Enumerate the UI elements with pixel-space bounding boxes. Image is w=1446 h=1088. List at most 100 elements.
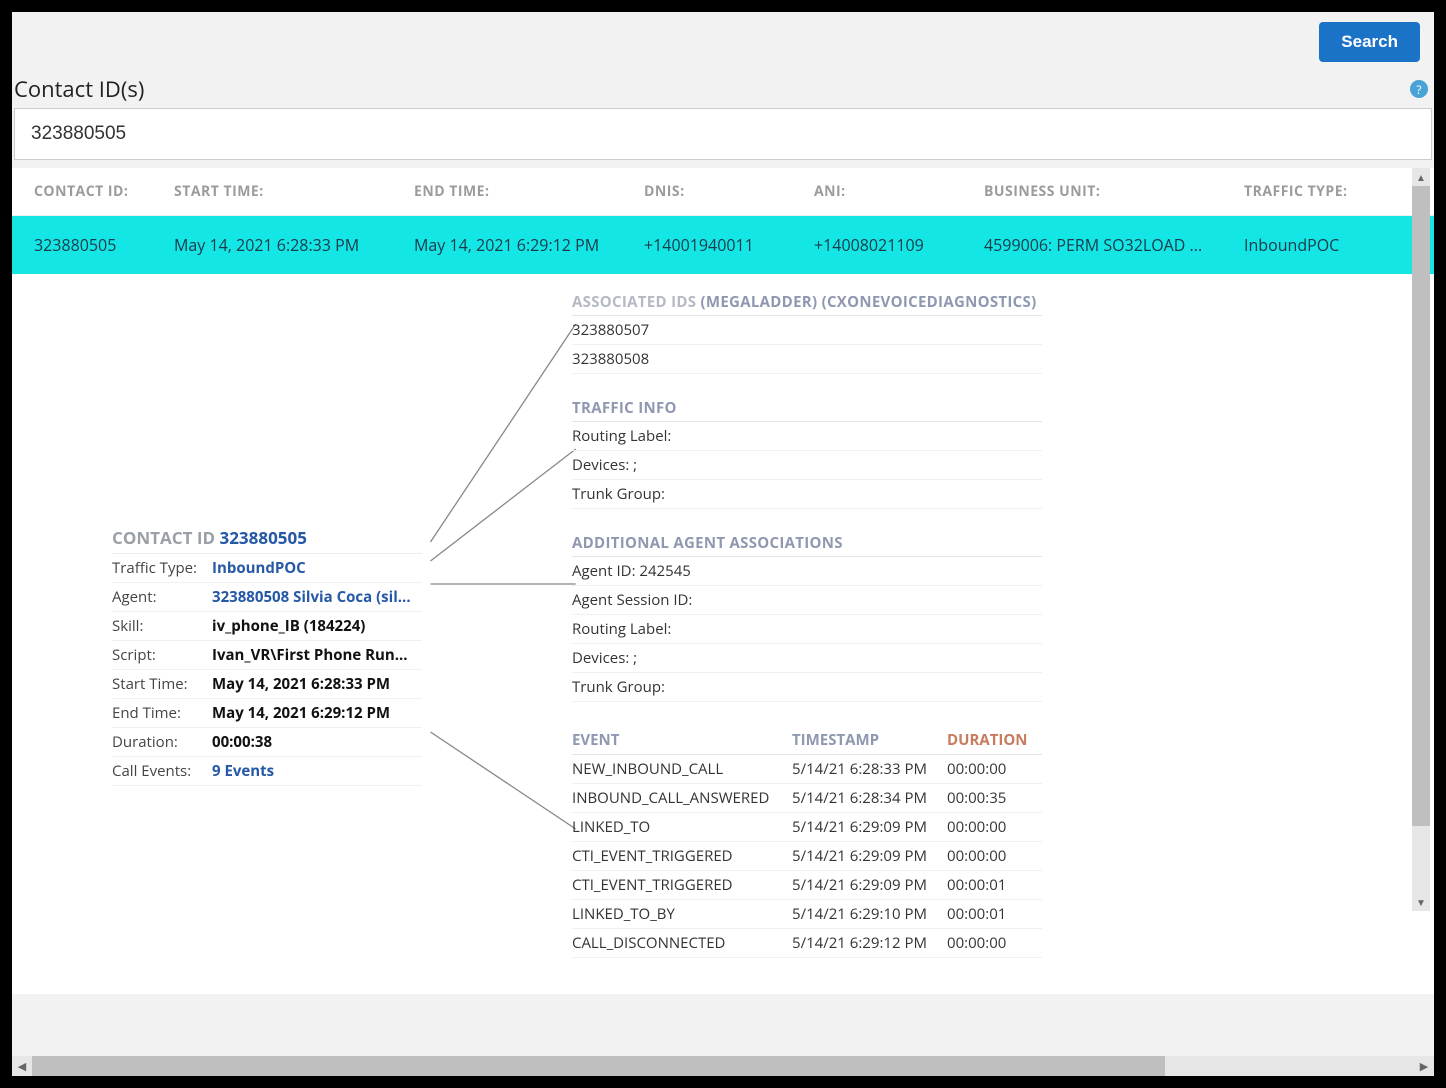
traffic-info-title: TRAFFIC INFO (572, 398, 1042, 422)
cell-end-time: May 14, 2021 6:29:12 PM (414, 234, 644, 256)
header-business-unit[interactable]: BUSINESS UNIT: (984, 182, 1244, 201)
header-traffic-type[interactable]: TRAFFIC TYPE: (1244, 182, 1384, 201)
search-button[interactable]: Search (1319, 22, 1420, 62)
event-timestamp: 5/14/21 6:28:34 PM (792, 788, 947, 808)
card-label: Duration: (112, 732, 212, 752)
event-timestamp: 5/14/21 6:29:09 PM (792, 817, 947, 837)
scroll-down-icon[interactable]: ▼ (1412, 893, 1430, 911)
agent-session-id-row: Agent Session ID: (572, 586, 1042, 615)
events-table: EVENT TIMESTAMP DURATION NEW_INBOUND_CAL… (572, 726, 1042, 958)
vertical-scrollbar[interactable]: ▲ ▼ (1412, 168, 1430, 911)
horizontal-scrollbar[interactable]: ◀ ▶ (12, 1056, 1434, 1076)
results-row-selected[interactable]: 323880505 May 14, 2021 6:28:33 PM May 14… (12, 216, 1434, 274)
card-value[interactable]: InboundPOC (212, 558, 422, 578)
event-name: CTI_EVENT_TRIGGERED (572, 875, 792, 895)
associated-ids-panel: ASSOCIATED IDS (MEGALADDER) (CXONEVOICED… (572, 292, 1042, 374)
events-row[interactable]: LINKED_TO_BY5/14/21 6:29:10 PM00:00:01 (572, 900, 1042, 929)
event-timestamp: 5/14/21 6:28:33 PM (792, 759, 947, 779)
event-duration: 00:00:00 (947, 817, 1042, 837)
events-header: EVENT TIMESTAMP DURATION (572, 726, 1042, 755)
vertical-scroll-thumb[interactable] (1412, 186, 1430, 826)
contact-ids-label: Contact ID(s) ? (12, 68, 1434, 108)
card-value: 00:00:38 (212, 732, 422, 752)
events-header-event[interactable]: EVENT (572, 730, 792, 750)
card-label: Start Time: (112, 674, 212, 694)
cell-traffic-type: InboundPOC (1244, 234, 1384, 256)
event-duration: 00:00:35 (947, 788, 1042, 808)
horizontal-scroll-thumb[interactable] (32, 1056, 1165, 1076)
agent-id-row: Agent ID: 242545 (572, 557, 1042, 586)
cell-dnis: +14001940011 (644, 234, 814, 256)
card-label: Agent: (112, 587, 212, 607)
event-name: LINKED_TO_BY (572, 904, 792, 924)
contact-card: CONTACT ID 323880505 Traffic Type: Inbou… (112, 522, 422, 786)
card-value[interactable]: 323880508 Silvia Coca (sil... (212, 587, 422, 607)
card-row-traffic-type: Traffic Type: InboundPOC (112, 554, 422, 583)
header-ani[interactable]: ANI: (814, 182, 984, 201)
header-dnis[interactable]: DNIS: (644, 182, 814, 201)
associated-ids-link1[interactable]: (MEGALADDER) (701, 292, 818, 312)
horizontal-scroll-track[interactable] (32, 1056, 1414, 1076)
events-header-duration[interactable]: DURATION (947, 730, 1042, 750)
agent-associations-panel: ADDITIONAL AGENT ASSOCIATIONS Agent ID: … (572, 533, 1042, 702)
agent-devices-row: Devices: ; (572, 644, 1042, 673)
scroll-up-icon[interactable]: ▲ (1412, 168, 1430, 186)
card-value: May 14, 2021 6:29:12 PM (212, 703, 422, 723)
card-label: Script: (112, 645, 212, 665)
card-row-call-events: Call Events: 9 Events (112, 757, 422, 786)
event-timestamp: 5/14/21 6:29:10 PM (792, 904, 947, 924)
card-value[interactable]: 9 Events (212, 761, 422, 781)
associated-ids-link2[interactable]: (CXONEVOICEDIAGNOSTICS) (822, 292, 1037, 312)
traffic-routing-label: Routing Label: (572, 422, 1042, 451)
event-duration: 00:00:01 (947, 904, 1042, 924)
agent-trunk-group-row: Trunk Group: (572, 673, 1042, 702)
scroll-left-icon[interactable]: ◀ (12, 1056, 32, 1076)
scroll-right-icon[interactable]: ▶ (1414, 1056, 1434, 1076)
contact-card-title-label: CONTACT ID (112, 526, 215, 549)
header-start-time[interactable]: START TIME: (174, 182, 414, 201)
traffic-devices: Devices: ; (572, 451, 1042, 480)
card-row-start-time: Start Time: May 14, 2021 6:28:33 PM (112, 670, 422, 699)
events-row[interactable]: NEW_INBOUND_CALL5/14/21 6:28:33 PM00:00:… (572, 755, 1042, 784)
events-row[interactable]: CTI_EVENT_TRIGGERED5/14/21 6:29:09 PM00:… (572, 842, 1042, 871)
header-contact-id[interactable]: CONTACT ID: (34, 182, 174, 201)
associated-ids-title: ASSOCIATED IDS (MEGALADDER) (CXONEVOICED… (572, 292, 1042, 316)
card-label: Skill: (112, 616, 212, 636)
event-name: INBOUND_CALL_ANSWERED (572, 788, 792, 808)
card-label: Traffic Type: (112, 558, 212, 578)
event-duration: 00:00:01 (947, 875, 1042, 895)
event-name: CTI_EVENT_TRIGGERED (572, 846, 792, 866)
contact-ids-text: Contact ID(s) (14, 74, 144, 104)
event-timestamp: 5/14/21 6:29:12 PM (792, 933, 947, 953)
cell-start-time: May 14, 2021 6:28:33 PM (174, 234, 414, 256)
detail-zone: CONTACT ID 323880505 Traffic Type: Inbou… (12, 274, 1434, 994)
card-row-agent: Agent: 323880508 Silvia Coca (sil... (112, 583, 422, 612)
card-label: End Time: (112, 703, 212, 723)
events-row[interactable]: INBOUND_CALL_ANSWERED5/14/21 6:28:34 PM0… (572, 784, 1042, 813)
results-header-row: CONTACT ID: START TIME: END TIME: DNIS: … (12, 168, 1434, 216)
card-row-duration: Duration: 00:00:38 (112, 728, 422, 757)
cell-business-unit: 4599006: PERM SO32LOAD ... (984, 234, 1244, 256)
associated-id-row[interactable]: 323880507 (572, 316, 1042, 345)
contact-ids-input[interactable] (14, 108, 1432, 160)
card-row-script: Script: Ivan_VR\First Phone Run... (112, 641, 422, 670)
events-header-timestamp[interactable]: TIMESTAMP (792, 730, 947, 750)
events-row[interactable]: LINKED_TO5/14/21 6:29:09 PM00:00:00 (572, 813, 1042, 842)
event-duration: 00:00:00 (947, 933, 1042, 953)
card-label: Call Events: (112, 761, 212, 781)
cell-contact-id: 323880505 (34, 234, 174, 256)
card-row-end-time: End Time: May 14, 2021 6:29:12 PM (112, 699, 422, 728)
event-duration: 00:00:00 (947, 759, 1042, 779)
event-timestamp: 5/14/21 6:29:09 PM (792, 846, 947, 866)
card-row-skill: Skill: iv_phone_IB (184224) (112, 612, 422, 641)
card-value: iv_phone_IB (184224) (212, 616, 422, 636)
event-duration: 00:00:00 (947, 846, 1042, 866)
header-end-time[interactable]: END TIME: (414, 182, 644, 201)
help-icon[interactable]: ? (1410, 80, 1428, 98)
card-value: Ivan_VR\First Phone Run... (212, 645, 422, 665)
contact-card-title-value: 323880505 (219, 526, 306, 549)
results-table: CONTACT ID: START TIME: END TIME: DNIS: … (12, 168, 1434, 994)
associated-id-row[interactable]: 323880508 (572, 345, 1042, 374)
events-row[interactable]: CALL_DISCONNECTED5/14/21 6:29:12 PM00:00… (572, 929, 1042, 958)
events-row[interactable]: CTI_EVENT_TRIGGERED5/14/21 6:29:09 PM00:… (572, 871, 1042, 900)
